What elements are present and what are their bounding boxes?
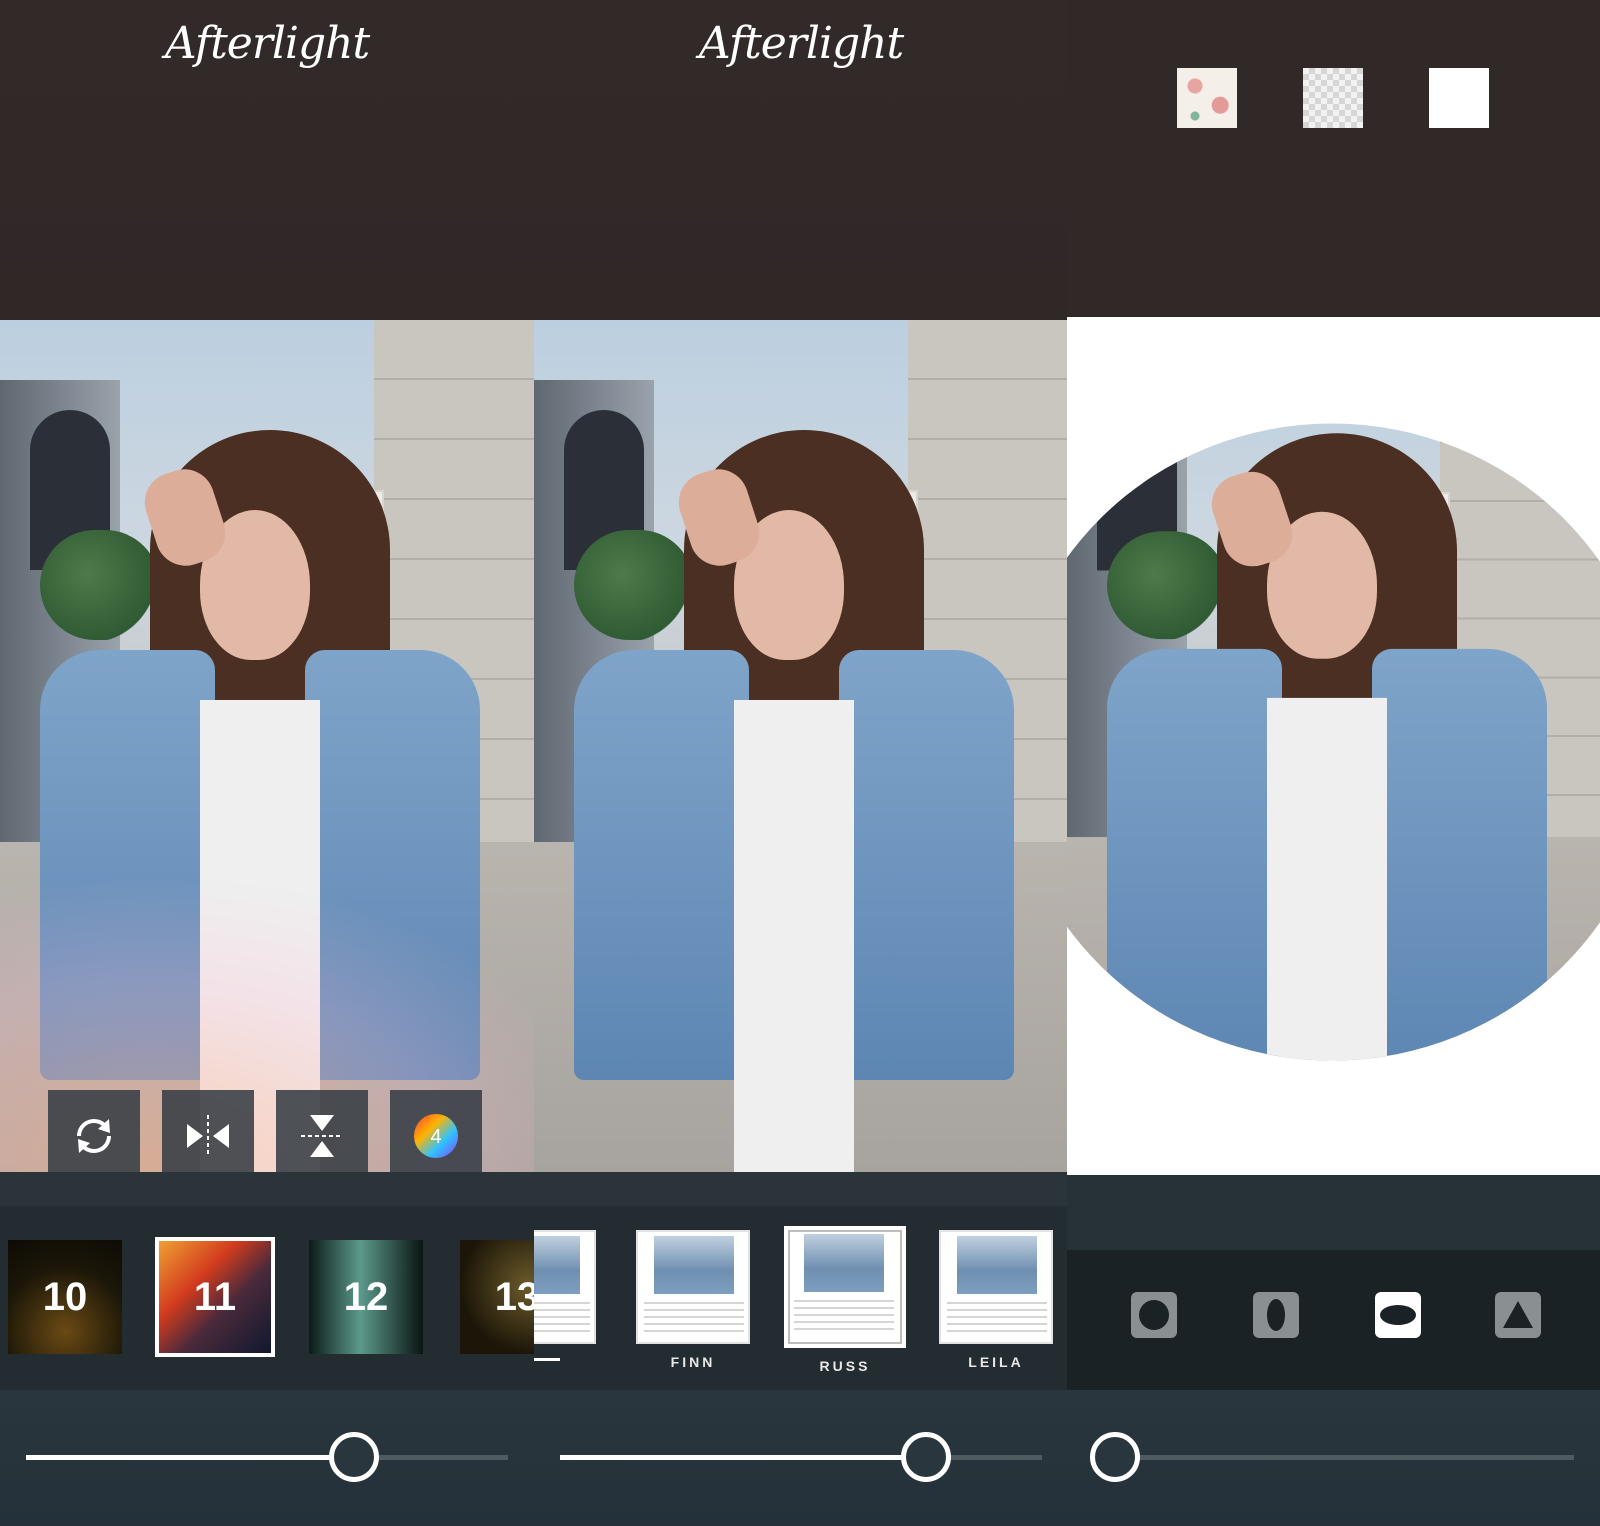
overlay-carousel: 10 11 12 13 [0,1206,534,1390]
triangle-shape-button[interactable] [1495,1292,1541,1338]
color-wheel-icon: 4 [414,1114,458,1158]
frame-editor-panel: Afterlight FINN RUSS LEILA [534,0,1068,1526]
overlay-thumb-selected[interactable]: 11 [155,1237,275,1357]
circle-shape-icon [1139,1300,1169,1330]
floral-pattern-icon[interactable] [1177,68,1237,128]
shape-crop-panel [1067,0,1600,1526]
overlay-editor-panel: Afterlight 4 10 11 12 13 [0,0,534,1526]
slider-knob[interactable] [901,1432,952,1482]
intensity-slider-area [1067,1390,1600,1526]
frame-item[interactable]: FINN [636,1230,750,1370]
flip-horizontal-button[interactable] [162,1090,254,1182]
slider-knob[interactable] [1090,1432,1140,1482]
frame-item[interactable] [534,1230,596,1354]
frame-thumb [939,1230,1053,1344]
intensity-slider[interactable] [560,1432,1042,1482]
frame-item-selected[interactable]: RUSS [784,1226,906,1374]
top-area: Afterlight [0,0,534,320]
vertical-ellipse-button[interactable] [1253,1292,1299,1338]
frame-item[interactable]: LEILA [939,1230,1053,1370]
horizontal-ellipse-icon [1380,1305,1416,1325]
color-badge: 4 [430,1126,441,1148]
frame-label: RUSS [819,1358,871,1374]
shape-selector [1067,1250,1600,1390]
color-button[interactable]: 4 [390,1090,482,1182]
frame-thumb [534,1230,596,1344]
frame-thumb [784,1226,906,1348]
vertical-ellipse-icon [1267,1299,1285,1331]
overlay-thumb[interactable]: 13 [460,1240,534,1354]
intensity-slider-area [0,1390,534,1526]
shape-masked-photo[interactable] [1067,423,1600,1061]
flip-horizontal-icon [187,1115,229,1157]
white-square-icon[interactable] [1429,68,1489,128]
overlay-label: 13 [494,1274,534,1319]
app-logo: Afterlight [164,18,370,69]
frame-thumb [636,1230,750,1344]
background-options [1067,0,1600,320]
frame-label: LEILA [968,1354,1024,1370]
rotate-icon [77,1119,111,1153]
intensity-slider[interactable] [26,1432,508,1482]
triangle-shape-icon [1503,1301,1533,1328]
intensity-slider[interactable] [1090,1432,1574,1482]
overlay-thumb[interactable]: 10 [8,1240,122,1354]
circle-shape-button[interactable] [1131,1292,1177,1338]
slider-knob[interactable] [328,1432,379,1482]
overlay-label: 10 [42,1274,88,1319]
overlay-label: 12 [343,1274,389,1319]
photo-preview[interactable] [0,320,534,1172]
horizontal-ellipse-button[interactable] [1375,1292,1421,1338]
overlay-label: 11 [193,1274,237,1319]
flip-vertical-icon [301,1115,343,1157]
top-area: Afterlight [534,0,1068,320]
rotate-button[interactable] [48,1090,140,1182]
frame-label: FINN [670,1354,716,1370]
selection-indicator [534,1358,560,1361]
flip-vertical-button[interactable] [276,1090,368,1182]
transparent-checker-icon[interactable] [1303,68,1363,128]
overlay-thumb[interactable]: 12 [309,1240,423,1354]
app-logo: Afterlight [698,18,904,69]
frame-carousel: FINN RUSS LEILA [534,1206,1068,1390]
photo-preview[interactable] [534,320,1068,1172]
overlay-tools: 4 [48,1090,488,1182]
canvas-area [1067,317,1600,1175]
intensity-slider-area [534,1390,1068,1526]
